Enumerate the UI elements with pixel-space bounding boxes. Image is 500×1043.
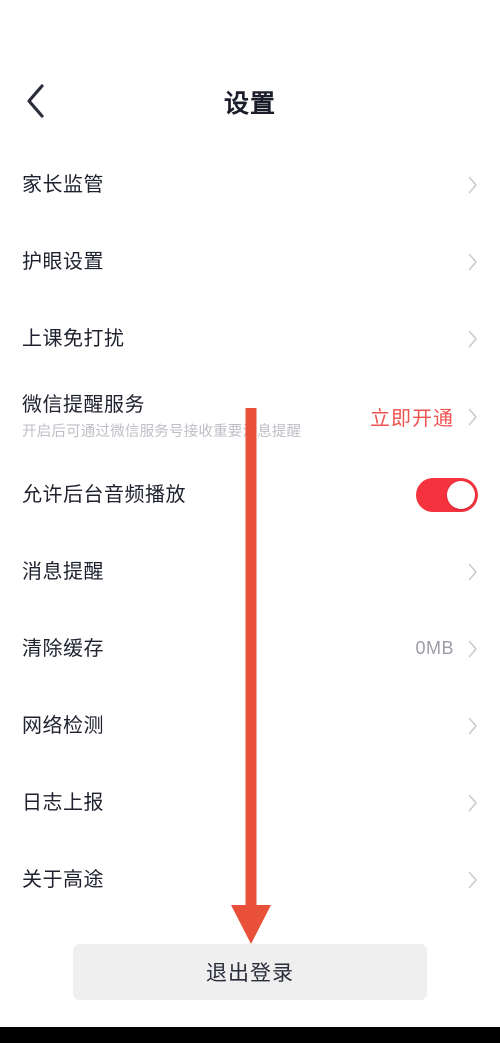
row-accessory: 立即开通 bbox=[370, 402, 478, 431]
row-label-group: 网络检测 bbox=[22, 712, 104, 740]
row-title: 上课免打扰 bbox=[22, 327, 125, 350]
home-indicator-bar bbox=[0, 1027, 500, 1043]
row-label-group: 清除缓存 bbox=[22, 635, 104, 663]
settings-list: 家长监管 护眼设置 上课免打扰 微信提醒服务 开启后可通过微信服务号接收重要消息… bbox=[0, 146, 500, 918]
chevron-right-icon bbox=[468, 253, 478, 271]
row-title: 家长监管 bbox=[22, 173, 104, 196]
chevron-right-icon bbox=[468, 176, 478, 194]
row-accessory: 0MB bbox=[415, 638, 478, 659]
row-label-group: 关于高途 bbox=[22, 866, 104, 894]
settings-row-network-check[interactable]: 网络检测 bbox=[0, 687, 500, 764]
settings-row-about[interactable]: 关于高途 bbox=[0, 841, 500, 918]
status-bar bbox=[0, 0, 500, 34]
settings-row-message-notification[interactable]: 消息提醒 bbox=[0, 533, 500, 610]
row-label-group: 消息提醒 bbox=[22, 558, 104, 586]
toggle-knob bbox=[447, 480, 475, 509]
row-accessory bbox=[468, 717, 478, 735]
row-label-group: 微信提醒服务 开启后可通过微信服务号接收重要消息提醒 bbox=[22, 391, 301, 443]
row-label-group: 允许后台音频播放 bbox=[22, 481, 186, 509]
chevron-right-icon bbox=[468, 563, 478, 581]
settings-row-clear-cache[interactable]: 清除缓存 0MB bbox=[0, 610, 500, 687]
settings-row-background-audio[interactable]: 允许后台音频播放 bbox=[0, 456, 500, 533]
chevron-right-icon bbox=[468, 640, 478, 658]
settings-row-parental-control[interactable]: 家长监管 bbox=[0, 146, 500, 223]
logout-button[interactable]: 退出登录 bbox=[73, 944, 427, 1000]
row-title: 关于高途 bbox=[22, 868, 104, 891]
row-title: 微信提醒服务 bbox=[22, 393, 145, 416]
settings-screen: 设置 家长监管 护眼设置 上课免打扰 微信提醒服务 开启后可通过微信服务号接收重… bbox=[0, 0, 500, 1043]
row-label-group: 日志上报 bbox=[22, 789, 104, 817]
cache-size-value: 0MB bbox=[415, 638, 454, 658]
background-audio-toggle[interactable] bbox=[416, 477, 478, 512]
row-title: 护眼设置 bbox=[22, 250, 104, 273]
row-accessory bbox=[468, 563, 478, 581]
row-accessory bbox=[468, 330, 478, 348]
activate-now-label[interactable]: 立即开通 bbox=[370, 402, 454, 431]
row-subtitle: 开启后可通过微信服务号接收重要消息提醒 bbox=[22, 423, 302, 440]
row-accessory bbox=[468, 176, 478, 194]
navigation-header: 设置 bbox=[0, 34, 500, 118]
row-accessory bbox=[416, 477, 478, 512]
row-title: 允许后台音频播放 bbox=[22, 483, 186, 506]
row-title: 清除缓存 bbox=[22, 637, 104, 660]
settings-row-wechat-reminder[interactable]: 微信提醒服务 开启后可通过微信服务号接收重要消息提醒 立即开通 bbox=[0, 377, 500, 456]
row-accessory bbox=[468, 794, 478, 812]
chevron-right-icon bbox=[468, 794, 478, 812]
page-title: 设置 bbox=[223, 90, 276, 118]
chevron-right-icon bbox=[468, 871, 478, 889]
chevron-right-icon bbox=[468, 330, 478, 348]
row-label-group: 上课免打扰 bbox=[22, 325, 125, 353]
chevron-right-icon bbox=[468, 408, 478, 426]
row-title: 网络检测 bbox=[22, 714, 104, 737]
row-title: 消息提醒 bbox=[22, 560, 104, 583]
settings-row-eye-protection[interactable]: 护眼设置 bbox=[0, 223, 500, 300]
row-accessory bbox=[468, 253, 478, 271]
row-label-group: 护眼设置 bbox=[22, 248, 104, 276]
row-accessory bbox=[468, 871, 478, 889]
row-label-group: 家长监管 bbox=[22, 171, 104, 199]
settings-row-do-not-disturb[interactable]: 上课免打扰 bbox=[0, 300, 500, 377]
chevron-right-icon bbox=[468, 717, 478, 735]
settings-row-log-upload[interactable]: 日志上报 bbox=[0, 764, 500, 841]
row-title: 日志上报 bbox=[22, 791, 104, 814]
logout-section: 退出登录 bbox=[0, 944, 500, 1000]
